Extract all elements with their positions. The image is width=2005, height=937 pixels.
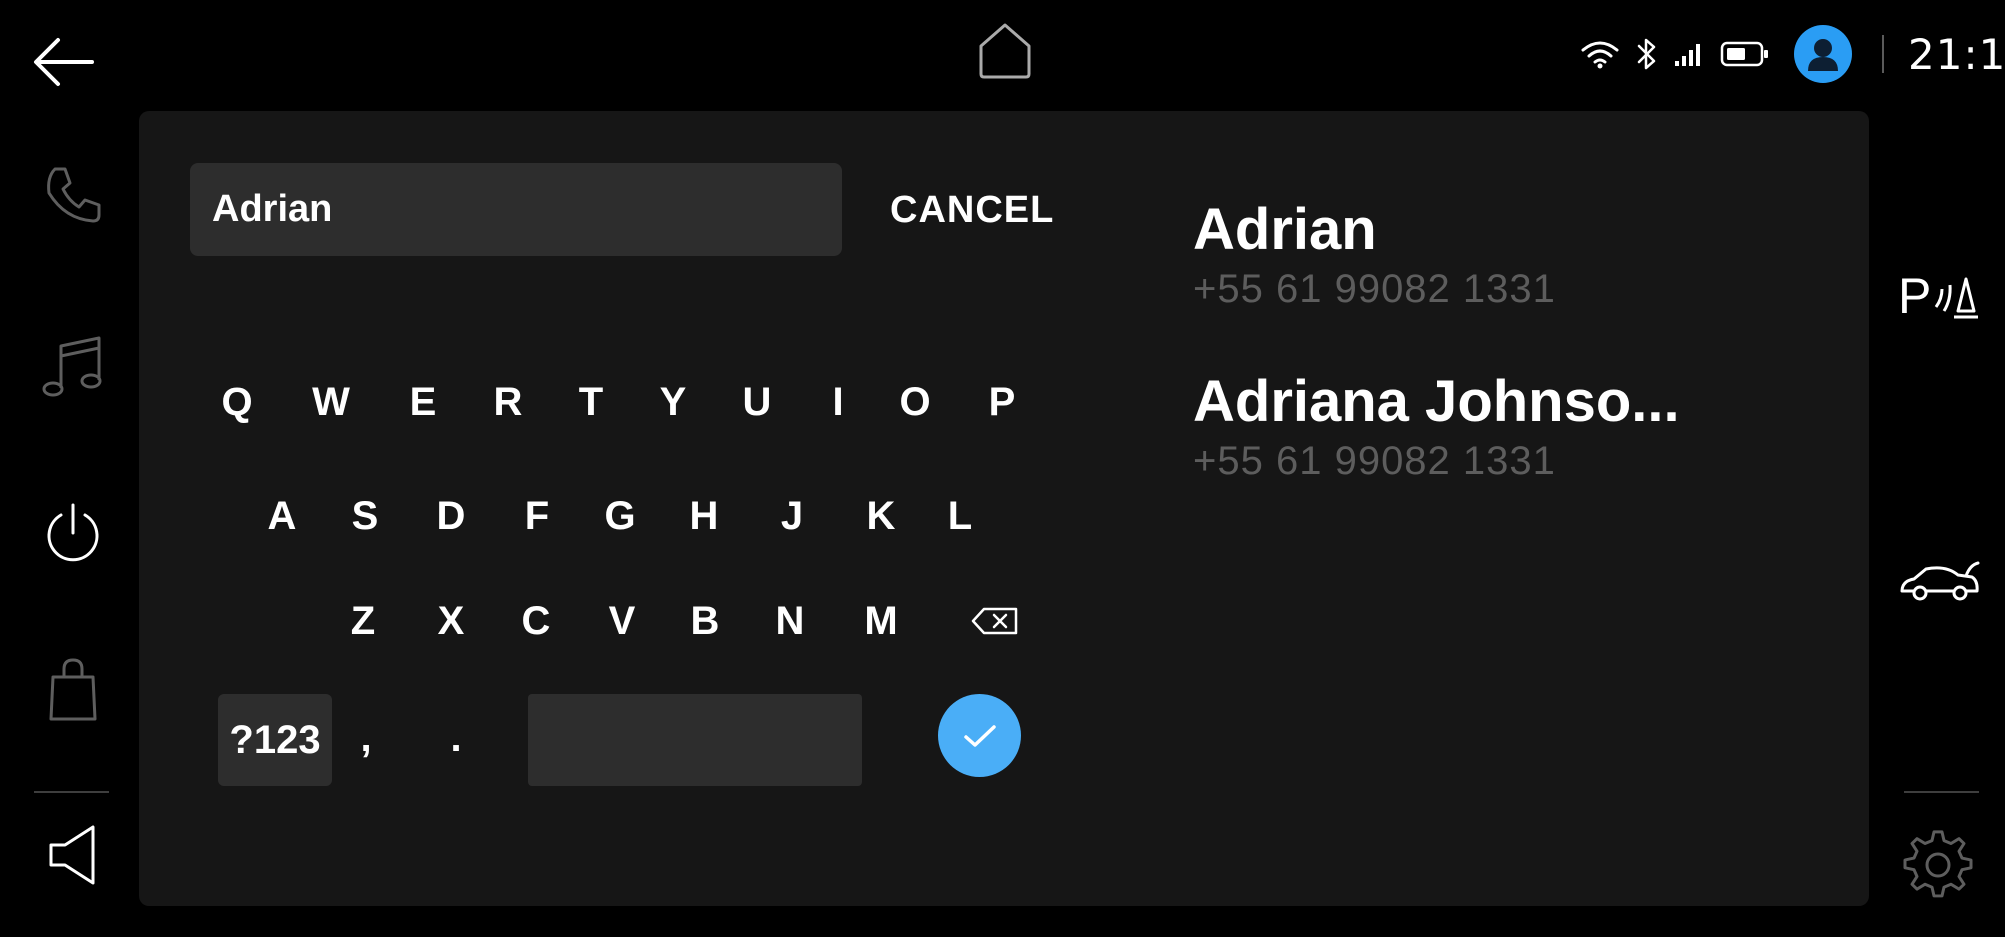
key-d[interactable]: D: [421, 486, 481, 546]
contact-phone: +55 61 99082 1331: [1193, 267, 1556, 311]
back-arrow-icon: [34, 38, 94, 86]
key-p[interactable]: P: [972, 372, 1032, 432]
key-h[interactable]: H: [674, 486, 734, 546]
checkmark-icon: [963, 724, 996, 747]
key-g[interactable]: G: [590, 486, 650, 546]
space-key[interactable]: [528, 694, 862, 786]
search-input-value: Adrian: [212, 188, 333, 230]
comma-key[interactable]: ,: [336, 708, 396, 768]
status-bar: 21:15: [1580, 24, 2005, 84]
contact-phone: +55 61 99082 1331: [1193, 439, 1556, 483]
shopping-bag-icon: [49, 658, 97, 721]
signal-icon: [1675, 44, 1700, 66]
confirm-key[interactable]: [938, 694, 1021, 777]
key-m[interactable]: M: [851, 591, 911, 651]
key-o[interactable]: O: [885, 372, 945, 432]
volume-button[interactable]: [38, 820, 108, 890]
clock: 21:15: [1908, 29, 2005, 79]
key-c[interactable]: C: [506, 591, 566, 651]
contact-result[interactable]: Adrian +55 61 99082 1331: [1193, 196, 1556, 312]
status-divider: [1882, 35, 1884, 73]
settings-icon: [1903, 830, 1973, 898]
key-r[interactable]: R: [478, 372, 538, 432]
volume-icon: [49, 825, 95, 885]
shop-button[interactable]: [38, 655, 108, 725]
back-button[interactable]: [30, 30, 100, 90]
key-z[interactable]: Z: [333, 591, 393, 651]
profile-avatar[interactable]: [1794, 25, 1852, 83]
phone-icon: [47, 167, 101, 223]
search-input[interactable]: Adrian: [190, 163, 842, 256]
power-icon: [47, 503, 99, 562]
park-assist-icon: P: [1898, 268, 1978, 324]
power-button[interactable]: [38, 498, 108, 568]
car-trunk-button[interactable]: [1898, 555, 1982, 605]
left-rail-divider: [34, 791, 109, 793]
key-k[interactable]: K: [851, 486, 911, 546]
svg-text:P: P: [1898, 268, 1931, 324]
period-key[interactable]: .: [426, 708, 486, 768]
key-l[interactable]: L: [930, 486, 990, 546]
key-w[interactable]: W: [301, 372, 361, 432]
music-icon: [42, 336, 102, 397]
park-assist-button[interactable]: P: [1898, 265, 1982, 325]
symbols-key[interactable]: ?123: [218, 694, 332, 786]
home-icon: [979, 23, 1031, 79]
key-v[interactable]: V: [592, 591, 652, 651]
key-j[interactable]: J: [762, 486, 822, 546]
profile-avatar-icon: [1808, 39, 1838, 71]
key-y[interactable]: Y: [643, 372, 703, 432]
key-s[interactable]: S: [335, 486, 395, 546]
key-q[interactable]: Q: [207, 372, 267, 432]
key-u[interactable]: U: [727, 372, 787, 432]
key-e[interactable]: E: [393, 372, 453, 432]
contact-name: Adriana Johnso...: [1193, 369, 1680, 434]
settings-button[interactable]: [1903, 830, 1973, 900]
key-a[interactable]: A: [252, 486, 312, 546]
music-button[interactable]: [38, 332, 108, 402]
key-t[interactable]: T: [561, 372, 621, 432]
right-rail-divider: [1904, 791, 1979, 793]
key-i[interactable]: I: [808, 372, 868, 432]
wifi-icon: [1581, 41, 1619, 69]
key-f[interactable]: F: [507, 486, 567, 546]
backspace-key[interactable]: [965, 591, 1025, 651]
contact-result[interactable]: Adriana Johnso... +55 61 99082 1331: [1193, 368, 1680, 484]
bluetooth-icon: [1637, 38, 1656, 70]
phone-button[interactable]: [38, 160, 108, 230]
key-n[interactable]: N: [760, 591, 820, 651]
key-x[interactable]: X: [421, 591, 481, 651]
contact-name: Adrian: [1193, 197, 1377, 262]
car-trunk-icon: [1900, 561, 1980, 601]
home-button[interactable]: [975, 20, 1035, 82]
backspace-icon: [971, 607, 1018, 635]
key-b[interactable]: B: [675, 591, 735, 651]
cancel-button[interactable]: CANCEL: [890, 180, 1054, 240]
battery-icon: [1720, 41, 1768, 67]
